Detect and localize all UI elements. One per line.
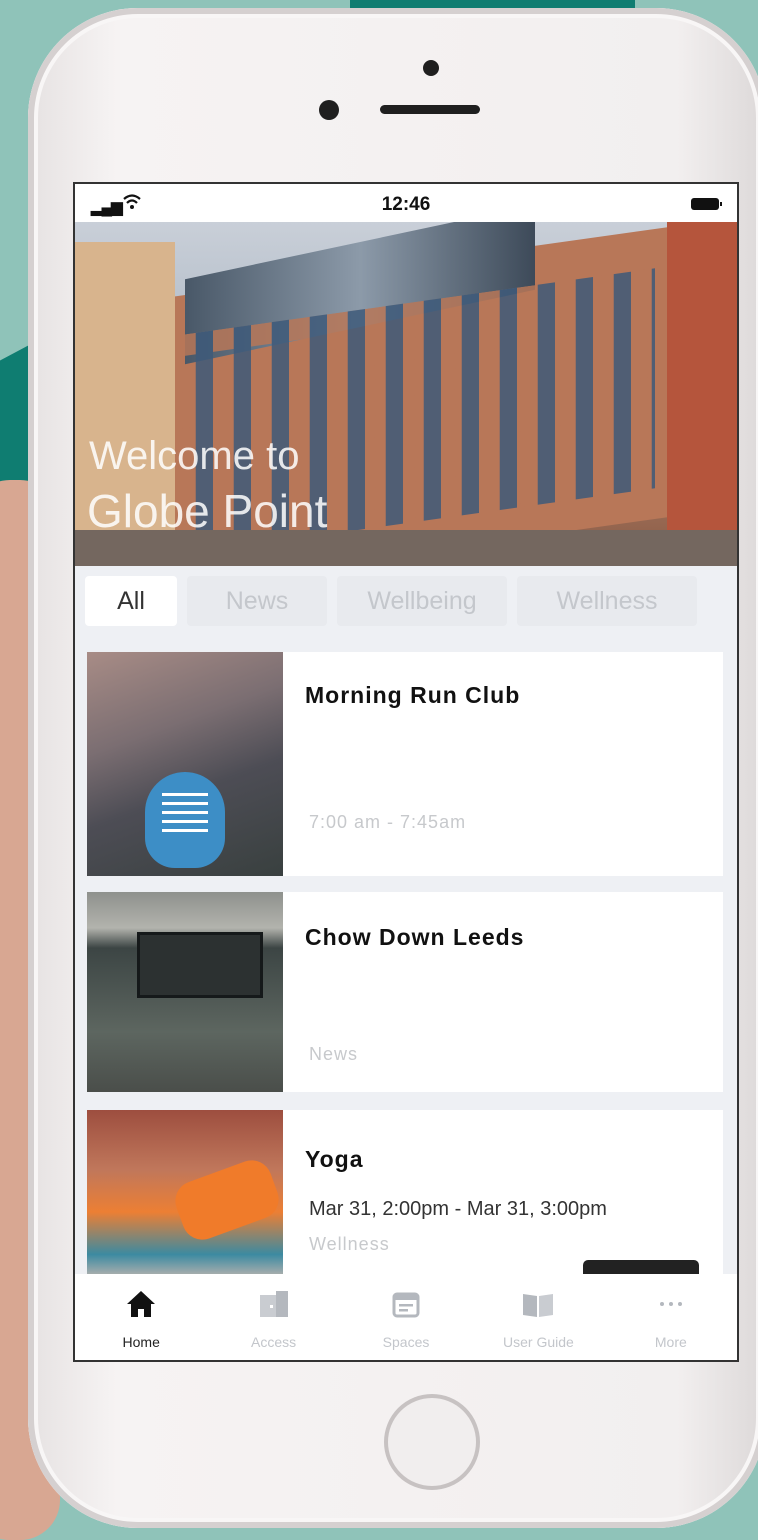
nav-label: Access: [251, 1334, 297, 1350]
card-time: 7:00 am - 7:45am: [309, 812, 467, 832]
category-tabs: All News Wellbeing Wellness: [75, 566, 737, 636]
book-icon: [520, 1288, 556, 1320]
phone-front-camera: [319, 100, 339, 120]
nav-home[interactable]: Home: [75, 1274, 207, 1360]
tab-wellbeing[interactable]: Wellbeing: [337, 576, 507, 626]
truck-window: [137, 932, 263, 998]
card-title: Yoga: [305, 1146, 364, 1172]
home-button[interactable]: [384, 1394, 480, 1490]
food-truck-image: [87, 892, 283, 1092]
yoga-person-shape: [169, 1154, 285, 1246]
tab-all[interactable]: All: [85, 576, 177, 626]
list-item[interactable]: Chow Down Leeds News: [87, 892, 723, 1092]
more-icon: [656, 1288, 686, 1320]
hero-banner: Welcome to Globe Point: [75, 222, 737, 566]
nav-label: More: [654, 1334, 687, 1350]
phone-sensor: [423, 60, 439, 76]
nav-label: User Guide: [503, 1334, 574, 1350]
list-item[interactable]: Morning Run Club 7:00 am - 7:45am: [87, 652, 723, 876]
tab-news[interactable]: News: [187, 576, 327, 626]
phone-speaker: [380, 105, 480, 114]
app-screen: ▂▄▆ 12:46 Welcome to Globe Point All New…: [73, 182, 739, 1362]
nav-more[interactable]: More: [605, 1274, 737, 1360]
status-time: 12:46: [381, 194, 431, 215]
right-brick-wall: [667, 222, 737, 566]
tab-wellness[interactable]: Wellness: [517, 576, 697, 626]
bottom-nav: Home Access Spaces User Guide More: [75, 1274, 737, 1360]
list-item[interactable]: Yoga Mar 31, 2:00pm - Mar 31, 3:00pm Wel…: [87, 1110, 723, 1280]
calendar-icon: [391, 1288, 421, 1320]
battery-icon: [691, 198, 722, 210]
door-icon: [257, 1288, 291, 1320]
card-title: Chow Down Leeds: [305, 924, 525, 950]
nav-spaces[interactable]: Spaces: [340, 1274, 472, 1360]
status-bar: ▂▄▆ 12:46: [75, 184, 737, 222]
nav-label: Spaces: [382, 1334, 430, 1350]
card-category: News: [309, 1044, 359, 1064]
yoga-class-image: [87, 1110, 285, 1280]
hero-title: Globe Point: [87, 485, 328, 537]
lace-shape: [162, 792, 208, 832]
card-date: Mar 31, 2:00pm - Mar 31, 3:00pm: [309, 1198, 607, 1220]
home-icon: [125, 1288, 157, 1320]
hero-welcome: Welcome to: [89, 434, 300, 478]
running-shoe-image: [87, 652, 283, 876]
nav-user-guide[interactable]: User Guide: [472, 1274, 604, 1360]
nav-label: Home: [122, 1334, 160, 1350]
card-title: Morning Run Club: [305, 682, 521, 708]
nav-access[interactable]: Access: [207, 1274, 339, 1360]
card-category: Wellness: [309, 1234, 390, 1254]
